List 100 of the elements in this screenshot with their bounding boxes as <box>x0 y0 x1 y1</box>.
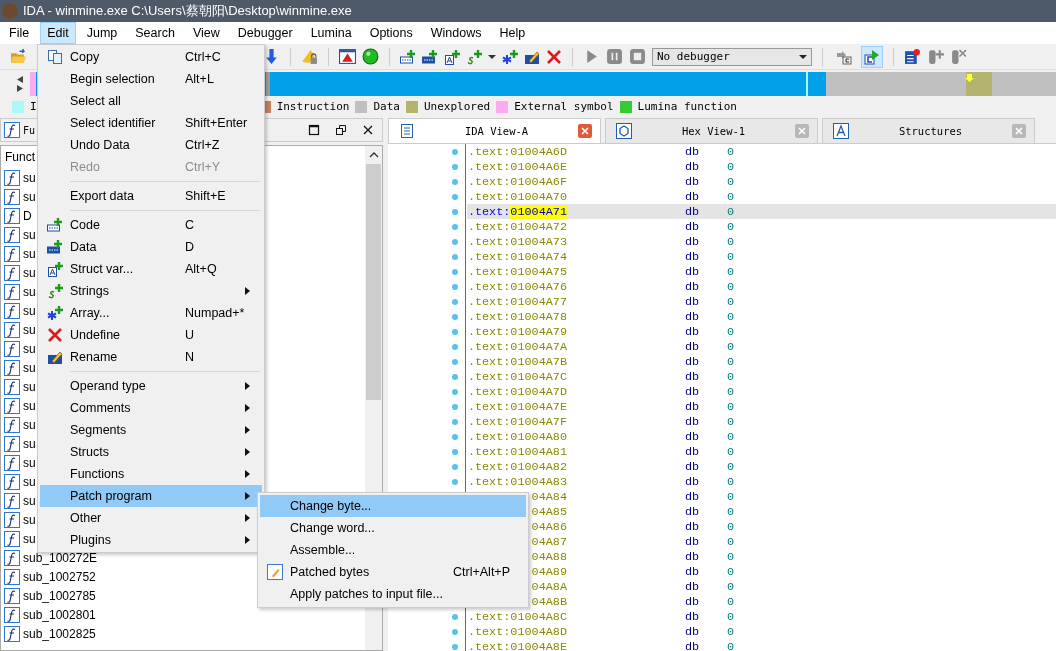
menu-item[interactable]: Undo Data Ctrl+Z <box>40 134 262 156</box>
menu-item[interactable]: Change byte... <box>260 495 526 517</box>
menu-bar-item[interactable]: Options <box>362 22 420 44</box>
menu-item[interactable]: Undefine U <box>40 324 262 346</box>
add-breakpoint-icon[interactable] <box>927 48 944 65</box>
menu-item[interactable]: Select identifier Shift+Enter <box>40 112 262 134</box>
tab[interactable]: Structures <box>822 118 1035 143</box>
menu-bar-item[interactable]: File <box>2 22 37 44</box>
function-name[interactable]: su <box>23 284 36 299</box>
circle-icon[interactable] <box>362 48 379 65</box>
function-icon <box>4 435 20 452</box>
menu-item[interactable]: Select all <box>40 90 262 112</box>
mnemonic: db <box>685 264 701 279</box>
function-name[interactable]: su <box>23 265 36 280</box>
menu-item[interactable]: Export data Shift+E <box>40 185 262 207</box>
play-c-button[interactable] <box>861 45 883 68</box>
function-icon <box>4 606 20 623</box>
operand: 0 <box>727 459 735 474</box>
open-folder-icon[interactable] <box>10 48 27 65</box>
menu-item[interactable]: Patched bytes Ctrl+Alt+P <box>260 561 526 583</box>
info-pin-icon[interactable] <box>904 48 921 65</box>
address: .text:01004A7B <box>467 354 567 369</box>
submenu-arrow-icon <box>245 448 250 456</box>
menu-item[interactable]: Segments <box>40 419 262 441</box>
menu-item[interactable]: Rename N <box>40 346 262 368</box>
menu-bar-item[interactable]: Debugger <box>230 22 300 44</box>
function-name[interactable]: sub_1002785 <box>23 588 96 603</box>
lock-icon[interactable] <box>301 48 318 65</box>
function-name[interactable]: su <box>23 360 36 375</box>
function-name[interactable]: sub_1002752 <box>23 569 96 584</box>
function-name[interactable]: su <box>23 379 36 394</box>
function-name[interactable]: su <box>23 436 36 451</box>
mnemonic: db <box>685 549 701 564</box>
menu-bar-item[interactable]: Lumina <box>303 22 359 44</box>
menu-item[interactable]: Data D <box>40 236 262 258</box>
maximize-icon[interactable] <box>308 124 320 136</box>
function-name[interactable]: su <box>23 531 36 546</box>
function-icon <box>4 549 20 566</box>
dot-icon <box>452 463 458 470</box>
tab[interactable]: IDA View-A <box>388 118 601 143</box>
debugger-dropdown[interactable]: No debugger <box>652 47 812 66</box>
submenu-arrow-icon <box>245 514 250 522</box>
function-name[interactable]: D <box>23 208 32 223</box>
function-name[interactable]: sub_1002825 <box>23 626 96 641</box>
function-icon <box>4 378 20 395</box>
function-name[interactable]: sub_100272E <box>23 550 98 565</box>
function-name[interactable]: su <box>23 417 36 432</box>
menu-item[interactable]: Change word... <box>260 517 526 539</box>
function-name[interactable]: su <box>23 189 36 204</box>
mnemonic: db <box>685 234 701 249</box>
function-name[interactable]: su <box>23 455 36 470</box>
nav-arrows-icon[interactable] <box>16 73 24 94</box>
operand: 0 <box>727 489 735 504</box>
mnemonic: db <box>685 174 701 189</box>
mnemonic: db <box>685 159 701 174</box>
menu-item[interactable]: Operand type <box>40 375 262 397</box>
menu-item[interactable]: Functions <box>40 463 262 485</box>
operand: 0 <box>727 294 735 309</box>
menu-bar-item[interactable]: View <box>185 22 227 44</box>
menu-item[interactable]: Struct var... Alt+Q <box>40 258 262 280</box>
function-name[interactable]: su <box>23 246 36 261</box>
function-name[interactable]: su <box>23 341 36 356</box>
menu-item[interactable]: Patch program <box>40 485 262 507</box>
menu-item[interactable]: Assemble... <box>260 539 526 561</box>
restore-icon[interactable] <box>335 124 347 136</box>
scroll-thumb[interactable] <box>366 164 381 400</box>
function-name[interactable]: su <box>23 398 36 413</box>
menu-item[interactable]: Array... Numpad+* <box>40 302 262 324</box>
menu-item[interactable]: Begin selection Alt+L <box>40 68 262 90</box>
dropdown-caret-icon[interactable] <box>488 52 496 61</box>
function-name[interactable]: su <box>23 227 36 242</box>
function-name[interactable]: su <box>23 303 36 318</box>
function-name[interactable]: su <box>23 170 36 185</box>
menu-bar-item[interactable]: Windows <box>423 22 489 44</box>
pause-icon[interactable] <box>606 48 623 65</box>
function-name[interactable]: su <box>23 493 36 508</box>
struct-add-icon <box>47 261 63 277</box>
menu-bar-item[interactable]: Edit <box>40 22 76 44</box>
menu-bar-item[interactable]: Search <box>128 22 182 44</box>
tab[interactable]: Hex View-1 <box>605 118 818 143</box>
menu-item[interactable]: Structs <box>40 441 262 463</box>
remove-breakpoint-icon[interactable] <box>950 48 967 65</box>
function-name[interactable]: su <box>23 512 36 527</box>
close-icon[interactable] <box>362 124 374 136</box>
warning-icon[interactable] <box>339 48 356 65</box>
scroll-up-icon[interactable] <box>368 151 379 159</box>
function-name[interactable]: sub_1002801 <box>23 607 96 622</box>
menu-item[interactable]: Strings <box>40 280 262 302</box>
menu-item[interactable]: Code C <box>40 214 262 236</box>
function-name[interactable]: su <box>23 322 36 337</box>
menu-item[interactable]: Comments <box>40 397 262 419</box>
function-name[interactable]: su <box>23 474 36 489</box>
code-add-icon <box>47 217 63 233</box>
menu-item[interactable]: Copy Ctrl+C <box>40 46 262 68</box>
stop-icon[interactable] <box>629 48 646 65</box>
legend-label: External symbol <box>514 100 614 113</box>
menu-bar-item[interactable]: Jump <box>79 22 125 44</box>
menu-bar-item[interactable]: Help <box>492 22 533 44</box>
menu-item[interactable]: Apply patches to input file... <box>260 583 526 605</box>
mnemonic: db <box>685 639 701 651</box>
